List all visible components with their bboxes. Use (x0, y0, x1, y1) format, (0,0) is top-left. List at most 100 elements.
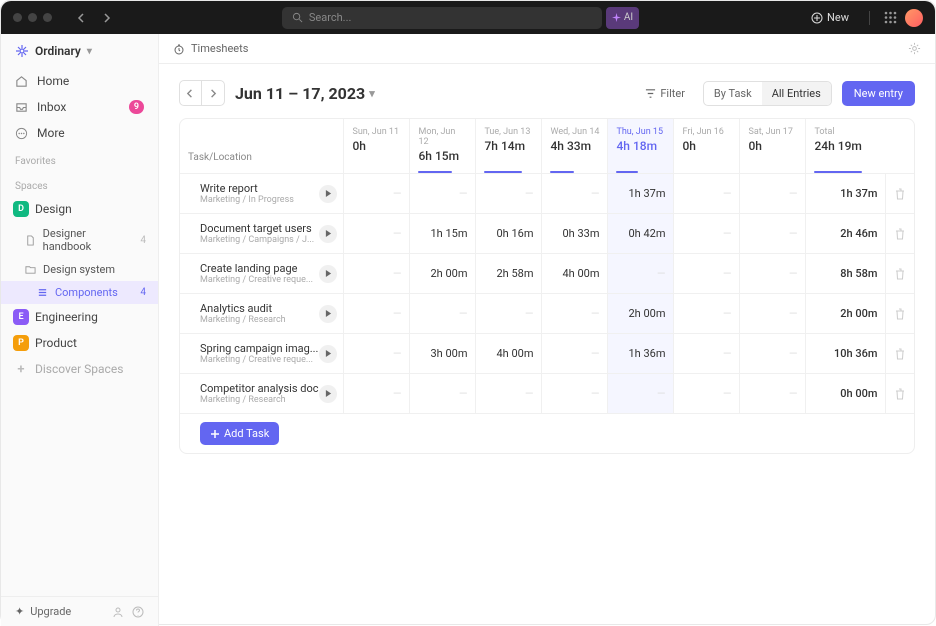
time-cell[interactable]: — (542, 294, 608, 334)
avatar[interactable] (905, 9, 923, 27)
view-all-entries[interactable]: All Entries (762, 82, 831, 105)
settings-icon[interactable] (908, 42, 921, 55)
nav-inbox[interactable]: Inbox 9 (1, 94, 158, 120)
time-cell[interactable]: — (740, 254, 806, 294)
play-button[interactable] (319, 225, 337, 243)
time-cell[interactable]: 0h 33m (542, 214, 608, 254)
time-cell[interactable]: — (674, 254, 740, 294)
time-cell[interactable]: — (476, 374, 542, 414)
time-cell[interactable]: — (740, 334, 806, 374)
task-cell[interactable]: Competitor analysis docMarketing / Resea… (180, 374, 344, 414)
task-cell[interactable]: Analytics auditMarketing / Research (180, 294, 344, 334)
time-cell[interactable]: — (608, 374, 674, 414)
task-location: Marketing / Creative reque... (200, 355, 336, 365)
new-button[interactable]: New (805, 8, 855, 27)
time-cell[interactable]: — (674, 334, 740, 374)
time-cell[interactable]: — (410, 294, 476, 334)
time-cell[interactable]: — (344, 374, 410, 414)
sidebar-item-handbook[interactable]: Designer handbook 4 (1, 222, 158, 258)
help-icon[interactable] (132, 606, 144, 618)
row-total: 10h 36m (806, 334, 886, 374)
play-button[interactable] (319, 385, 337, 403)
nav-home[interactable]: Home (1, 68, 158, 94)
time-cell[interactable]: — (740, 174, 806, 214)
view-by-task[interactable]: By Task (704, 82, 762, 105)
time-cell[interactable]: — (344, 214, 410, 254)
time-cell[interactable]: 1h 37m (608, 174, 674, 214)
time-cell[interactable]: 2h 00m (410, 254, 476, 294)
nav-more[interactable]: More (1, 120, 158, 146)
play-button[interactable] (319, 265, 337, 283)
time-cell[interactable]: 0h 42m (608, 214, 674, 254)
time-cell[interactable]: — (344, 334, 410, 374)
time-cell[interactable]: 4h 00m (476, 334, 542, 374)
nav-back-button[interactable] (72, 8, 92, 28)
time-cell[interactable]: — (674, 374, 740, 414)
delete-button[interactable] (886, 254, 914, 294)
apps-grid-icon[interactable] (884, 11, 897, 24)
time-cell[interactable]: — (740, 294, 806, 334)
space-engineering[interactable]: E Engineering (1, 304, 158, 330)
time-cell[interactable]: — (344, 294, 410, 334)
time-cell[interactable]: — (674, 214, 740, 254)
breadcrumb[interactable]: Timesheets (191, 42, 248, 55)
time-cell[interactable]: 1h 36m (608, 334, 674, 374)
delete-button[interactable] (886, 214, 914, 254)
nav-forward-button[interactable] (96, 8, 116, 28)
prev-week-button[interactable] (180, 81, 202, 105)
time-cell[interactable]: — (476, 294, 542, 334)
time-cell[interactable]: 1h 15m (410, 214, 476, 254)
time-cell[interactable]: 2h 58m (476, 254, 542, 294)
play-button[interactable] (319, 305, 337, 323)
time-cell[interactable]: 3h 00m (410, 334, 476, 374)
time-cell[interactable]: — (542, 374, 608, 414)
new-entry-button[interactable]: New entry (842, 81, 915, 106)
task-cell[interactable]: Write reportMarketing / In Progress (180, 174, 344, 214)
filter-button[interactable]: Filter (637, 82, 693, 105)
time-cell[interactable]: — (542, 174, 608, 214)
task-cell[interactable]: Document target usersMarketing / Campaig… (180, 214, 344, 254)
time-cell[interactable]: — (674, 174, 740, 214)
search-input[interactable]: Search... (282, 7, 602, 29)
time-cell[interactable]: — (608, 254, 674, 294)
space-design[interactable]: D Design (1, 196, 158, 222)
space-product[interactable]: P Product (1, 330, 158, 356)
delete-button[interactable] (886, 374, 914, 414)
time-cell[interactable]: — (410, 174, 476, 214)
discover-spaces[interactable]: + Discover Spaces (1, 356, 158, 382)
traffic-min[interactable] (28, 13, 37, 22)
user-icon[interactable] (112, 606, 124, 618)
time-cell[interactable]: — (476, 174, 542, 214)
sidebar-item-components[interactable]: Components 4 (1, 281, 158, 304)
time-cell[interactable]: — (740, 214, 806, 254)
time-cell[interactable]: 0h 16m (476, 214, 542, 254)
traffic-max[interactable] (43, 13, 52, 22)
play-button[interactable] (319, 345, 337, 363)
time-cell[interactable]: — (344, 254, 410, 294)
delete-button[interactable] (886, 174, 914, 214)
play-button[interactable] (319, 185, 337, 203)
sidebar-footer: ✦ Upgrade (1, 596, 158, 626)
time-cell[interactable]: — (542, 334, 608, 374)
delete-button[interactable] (886, 334, 914, 374)
next-week-button[interactable] (202, 81, 224, 105)
time-cell[interactable]: 2h 00m (608, 294, 674, 334)
add-task-button[interactable]: Add Task (200, 422, 279, 445)
task-cell[interactable]: Create landing pageMarketing / Creative … (180, 254, 344, 294)
workspace-switcher[interactable]: Ordinary ▾ (1, 34, 158, 68)
date-range-dropdown[interactable]: Jun 11 – 17, 2023 ▾ (235, 84, 375, 103)
delete-button[interactable] (886, 294, 914, 334)
time-cell[interactable]: 4h 00m (542, 254, 608, 294)
upgrade-button[interactable]: Upgrade (30, 605, 71, 618)
traffic-close[interactable] (13, 13, 22, 22)
space-label: Engineering (35, 310, 98, 324)
sidebar-item-design-system[interactable]: Design system (1, 258, 158, 281)
time-cell[interactable]: — (674, 294, 740, 334)
time-cell[interactable]: — (344, 174, 410, 214)
task-cell[interactable]: Spring campaign imag...Marketing / Creat… (180, 334, 344, 374)
time-cell[interactable]: — (740, 374, 806, 414)
time-cell[interactable]: — (410, 374, 476, 414)
workspace-name: Ordinary (35, 44, 81, 58)
ai-button[interactable]: AI (606, 7, 639, 29)
day-label: Wed, Jun 14 (550, 127, 599, 137)
